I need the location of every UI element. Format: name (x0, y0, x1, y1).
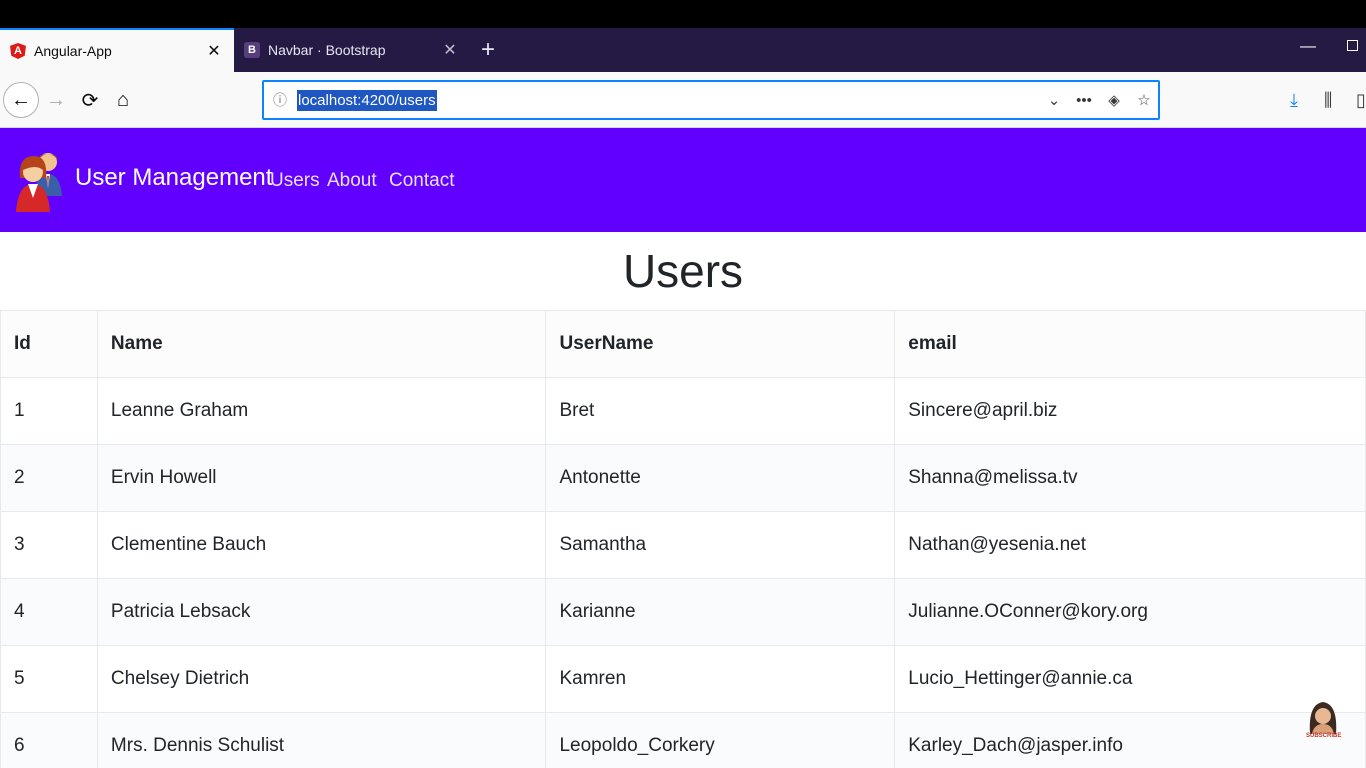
column-header-username: UserName (545, 310, 896, 378)
back-button[interactable]: ← (3, 82, 39, 118)
cell-name: Patricia Lebsack (96, 578, 547, 646)
cell-id: 5 (0, 645, 98, 713)
column-header-id: Id (0, 310, 98, 378)
angular-favicon-icon: A (10, 43, 26, 59)
downloads-icon[interactable]: ⤓ (1290, 90, 1298, 111)
table-row: 4 Patricia Lebsack Karianne Julianne.OCo… (0, 578, 1366, 646)
column-header-name: Name (96, 310, 547, 378)
table-header-row: Id Name UserName email (0, 310, 1366, 378)
users-logo-icon[interactable] (16, 148, 64, 212)
cell-email: Sincere@april.biz (894, 377, 1366, 445)
tab-angular-app[interactable]: A Angular-App ✕ (0, 28, 234, 72)
cell-name: Leanne Graham (96, 377, 547, 445)
cell-username: Karianne (545, 578, 896, 646)
app-navbar: User Management Users About Contact (0, 128, 1366, 232)
library-icon[interactable]: ⫼ (1324, 90, 1332, 111)
bootstrap-favicon-icon: B (244, 42, 260, 58)
cell-name: Ervin Howell (96, 444, 547, 512)
table-row: 3 Clementine Bauch Samantha Nathan@yesen… (0, 511, 1366, 579)
browser-tab-bar: A Angular-App ✕ B Navbar · Bootstrap ✕ +… (0, 28, 1366, 72)
brand-name[interactable]: User Management (75, 164, 272, 192)
cell-email: Shanna@melissa.tv (894, 444, 1366, 512)
cell-username: Antonette (545, 444, 896, 512)
tab-navbar-bootstrap[interactable]: B Navbar · Bootstrap ✕ (234, 28, 470, 72)
top-black-strip (0, 0, 1366, 28)
url-input[interactable]: localhost:4200/users (297, 89, 437, 111)
subscribe-label[interactable]: SUBSCRIBE (1306, 733, 1341, 739)
nav-link-users[interactable]: Users (270, 170, 320, 192)
cell-id: 2 (0, 444, 98, 512)
cell-name: Chelsey Dietrich (96, 645, 547, 713)
cell-name: Mrs. Dennis Schulist (96, 712, 547, 768)
cell-email: Karley_Dach@jasper.info (894, 712, 1366, 768)
column-header-email: email (894, 310, 1366, 378)
cell-name: Clementine Bauch (96, 511, 547, 579)
cell-email: Lucio_Hettinger@annie.ca (894, 645, 1366, 713)
table-row: 5 Chelsey Dietrich Kamren Lucio_Hettinge… (0, 645, 1366, 713)
cell-username: Leopoldo_Corkery (545, 712, 896, 768)
cell-email: Julianne.OConner@kory.org (894, 578, 1366, 646)
reload-button[interactable]: ⟳ (72, 82, 108, 118)
page-content: User Management Users About Contact User… (0, 128, 1366, 768)
url-dropdown-icon[interactable]: ⌄ (1039, 91, 1069, 109)
home-button[interactable]: ⌂ (105, 82, 141, 118)
nav-link-contact[interactable]: Contact (389, 170, 454, 192)
cell-username: Bret (545, 377, 896, 445)
table-row: 6 Mrs. Dennis Schulist Leopoldo_Corkery … (0, 712, 1366, 768)
page-actions-icon[interactable]: ••• (1069, 92, 1099, 109)
pocket-icon[interactable]: ◈ (1099, 91, 1129, 109)
cell-username: Samantha (545, 511, 896, 579)
nav-link-about[interactable]: About (327, 170, 377, 192)
minimize-window-icon[interactable]: — (1300, 38, 1316, 56)
browser-toolbar: ← → ⟳ ⌂ ⓘ localhost:4200/users ⌄ ••• ◈ ☆… (0, 72, 1366, 128)
users-table: Id Name UserName email 1 Leanne Graham B… (0, 310, 1366, 768)
forward-button[interactable]: → (38, 82, 74, 118)
table-row: 2 Ervin Howell Antonette Shanna@melissa.… (0, 444, 1366, 512)
address-bar[interactable]: ⓘ localhost:4200/users ⌄ ••• ◈ ☆ (262, 80, 1160, 120)
bookmark-star-icon[interactable]: ☆ (1129, 91, 1159, 109)
cell-username: Kamren (545, 645, 896, 713)
cell-id: 3 (0, 511, 98, 579)
cell-id: 4 (0, 578, 98, 646)
tab-title: Angular-App (34, 43, 112, 59)
tab-title: Navbar · Bootstrap (268, 42, 386, 58)
close-tab-icon[interactable]: ✕ (202, 41, 226, 61)
cell-id: 6 (0, 712, 98, 768)
sidebar-icon[interactable]: ▯ (1356, 90, 1366, 111)
page-title: Users (622, 245, 744, 297)
new-tab-button[interactable]: + (474, 28, 502, 72)
close-tab-icon[interactable]: ✕ (438, 40, 462, 60)
site-info-icon[interactable]: ⓘ (265, 90, 295, 110)
table-row: 1 Leanne Graham Bret Sincere@april.biz (0, 377, 1366, 445)
maximize-window-icon[interactable] (1347, 40, 1358, 51)
cell-email: Nathan@yesenia.net (894, 511, 1366, 579)
cell-id: 1 (0, 377, 98, 445)
